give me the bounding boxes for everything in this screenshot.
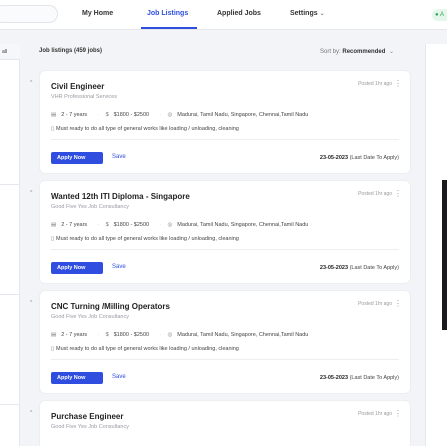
deadline-date: 23-05-2023 xyxy=(319,155,349,161)
top-nav: My Home Job Listings Applied Jobs Settin… xyxy=(0,0,447,30)
sidebar-divider xyxy=(0,404,20,405)
active-tab-indicator xyxy=(141,27,197,29)
status-badge: ● A xyxy=(432,9,447,21)
task-description: ▯ Must ready to do all type of general wo… xyxy=(51,126,239,132)
filter-sidebar: all xyxy=(0,44,20,446)
dollar-icon: $ xyxy=(105,332,109,338)
more-vertical-icon[interactable]: ⋮ xyxy=(394,409,402,418)
job-title[interactable]: CNC Turning /Milling Operators xyxy=(51,302,170,311)
nav-settings[interactable]: Settings ⌄ xyxy=(290,10,325,17)
apply-now-button[interactable]: Apply Now xyxy=(51,152,103,164)
location-text: Madurai, Tamil Nadu, Singapore, Chennai,… xyxy=(177,112,309,118)
deadline: 23-05-2023 (Last Date To Apply) xyxy=(320,265,399,271)
company-name: VHR Professional Services xyxy=(51,94,118,100)
more-vertical-icon[interactable]: ⋮ xyxy=(394,299,402,308)
nav-my-home[interactable]: My Home xyxy=(82,10,113,17)
chevron-down-icon: ⌄ xyxy=(389,49,395,55)
sidebar-divider xyxy=(0,294,20,295)
chevron-up-icon[interactable]: ^ xyxy=(30,190,32,196)
job-meta: ▤ 2 - 7 years · $ $1800 - $2500 · ◎ Madurai, … xyxy=(51,332,309,338)
sort-value: Recommended xyxy=(342,49,386,55)
status-text: A xyxy=(439,12,444,18)
job-meta: ▤ 2 - 7 years · $ $1800 - $2500 · ◎ Madurai, … xyxy=(51,112,309,118)
apply-now-button[interactable]: Apply Now xyxy=(51,372,103,384)
briefcase-icon: ▤ xyxy=(51,222,57,228)
experience-text: 2 - 7 years xyxy=(61,222,88,228)
document-icon: ▯ xyxy=(51,126,55,132)
company-name: Good Five Yes Job Consultancy xyxy=(51,204,129,210)
salary-text: $1800 - $2500 xyxy=(113,222,150,228)
card-divider xyxy=(51,249,399,250)
chevron-up-icon[interactable]: ^ xyxy=(30,300,32,306)
chevron-up-icon[interactable]: ^ xyxy=(30,80,32,86)
job-title[interactable]: Wanted 12th ITI Diploma - Singapore xyxy=(51,192,190,201)
job-title[interactable]: Purchase Engineer xyxy=(51,412,123,421)
deadline-note: (Last Date To Apply) xyxy=(349,155,399,161)
job-meta: ▤ 2 - 7 years · $ $1800 - $2500 · ◎ Madurai, … xyxy=(51,222,309,228)
nav-applied-jobs[interactable]: Applied Jobs xyxy=(217,10,261,17)
experience-text: 2 - 7 years xyxy=(61,332,88,338)
location-pin-icon: ◎ xyxy=(167,112,173,118)
sidebar-tab-all[interactable]: all xyxy=(0,44,20,60)
collapse-column: ^ ^ ^ ^ xyxy=(24,70,36,446)
more-vertical-icon[interactable]: ⋮ xyxy=(394,79,402,88)
nav-settings-label: Settings xyxy=(290,10,318,17)
task-text: Must ready to do all type of general wor… xyxy=(56,236,239,242)
location-text: Madurai, Tamil Nadu, Singapore, Chennai,… xyxy=(177,332,309,338)
company-name: Good Five Yes Job Consultancy xyxy=(51,424,129,430)
briefcase-icon: ▤ xyxy=(51,112,57,118)
experience-text: 2 - 7 years xyxy=(61,112,88,118)
apply-now-button[interactable]: Apply Now xyxy=(51,262,103,274)
document-icon: ▯ xyxy=(51,346,55,352)
chevron-up-icon[interactable]: ^ xyxy=(30,410,32,416)
save-button[interactable]: Save xyxy=(112,374,126,380)
sort-label: Sort by: xyxy=(320,49,341,55)
job-card[interactable]: Civil Engineer VHR Professional Services… xyxy=(39,70,411,174)
salary-text: $1800 - $2500 xyxy=(113,112,150,118)
chevron-down-icon: ⌄ xyxy=(319,11,325,17)
dollar-icon: $ xyxy=(105,112,109,118)
posted-time: Posted 1hr ago xyxy=(358,81,392,87)
deadline: 23-05-2023 (Last Date To Apply) xyxy=(320,155,399,161)
deadline-date: 23-05-2023 xyxy=(319,375,349,381)
more-vertical-icon[interactable]: ⋮ xyxy=(394,189,402,198)
location-text: Madurai, Tamil Nadu, Singapore, Chennai,… xyxy=(177,222,309,228)
deadline: 23-05-2023 (Last Date To Apply) xyxy=(320,375,399,381)
posted-time: Posted 1hr ago xyxy=(358,301,392,307)
salary-text: $1800 - $2500 xyxy=(113,332,150,338)
card-divider xyxy=(51,359,399,360)
task-text: Must ready to do all type of general wor… xyxy=(56,346,239,352)
detail-panel-image xyxy=(442,180,447,330)
job-title[interactable]: Civil Engineer xyxy=(51,82,104,91)
briefcase-icon: ▤ xyxy=(51,332,57,338)
posted-time: Posted 1hr ago xyxy=(358,411,392,417)
job-card[interactable]: CNC Turning /Milling Operators Good Five… xyxy=(39,290,411,394)
job-count-heading: Job listings (459 jobs) xyxy=(39,48,103,54)
save-button[interactable]: Save xyxy=(112,264,126,270)
job-card[interactable]: Purchase Engineer Good Five Yes Job Cons… xyxy=(39,400,411,446)
deadline-note: (Last Date To Apply) xyxy=(349,265,399,271)
dollar-icon: $ xyxy=(105,222,109,228)
task-description: ▯ Must ready to do all type of general wo… xyxy=(51,236,239,242)
save-button[interactable]: Save xyxy=(112,154,126,160)
posted-time: Posted 1hr ago xyxy=(358,191,392,197)
job-card[interactable]: Wanted 12th ITI Diploma - Singapore Good… xyxy=(39,180,411,284)
location-pin-icon: ◎ xyxy=(167,332,173,338)
sidebar-divider xyxy=(0,184,20,185)
search-input[interactable] xyxy=(0,5,58,23)
task-description: ▯ Must ready to do all type of general wo… xyxy=(51,346,239,352)
nav-job-listings[interactable]: Job Listings xyxy=(147,10,188,17)
sort-dropdown[interactable]: Sort by: Recommended ⌄ xyxy=(320,48,394,55)
company-name: Good Five Yes Job Consultancy xyxy=(51,314,129,320)
deadline-date: 23-05-2023 xyxy=(319,265,349,271)
card-divider xyxy=(51,139,399,140)
location-pin-icon: ◎ xyxy=(167,222,173,228)
task-text: Must ready to do all type of general wor… xyxy=(56,126,239,132)
deadline-note: (Last Date To Apply) xyxy=(349,375,399,381)
document-icon: ▯ xyxy=(51,236,55,242)
